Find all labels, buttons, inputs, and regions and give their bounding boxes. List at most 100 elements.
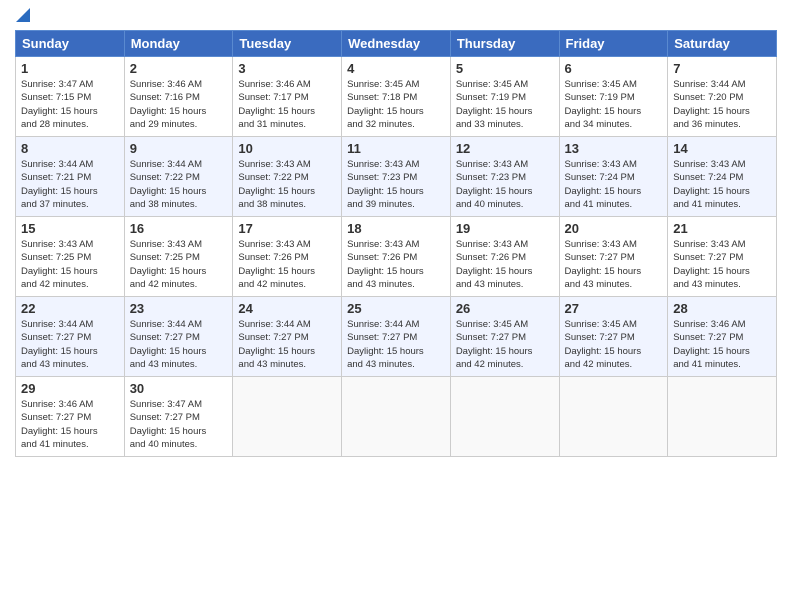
calendar-cell: 16Sunrise: 3:43 AMSunset: 7:25 PMDayligh… (124, 217, 233, 297)
day-info: Sunrise: 3:43 AMSunset: 7:25 PMDaylight:… (21, 238, 119, 291)
calendar-cell: 17 Sunrise: 3:43 AMSunset: 7:26 PMDayligh… (233, 217, 342, 297)
calendar-cell: 28 Sunrise: 3:46 AMSunset: 7:27 PMDayligh… (668, 297, 777, 377)
header (15, 10, 777, 22)
calendar-cell: 27 Sunrise: 3:45 AMSunset: 7:27 PMDayligh… (559, 297, 668, 377)
day-number: 30 (130, 381, 228, 396)
calendar-cell (559, 377, 668, 457)
calendar-cell: 22 Sunrise: 3:44 AMSunset: 7:27 PMDayligh… (16, 297, 125, 377)
day-info: Sunrise: 3:44 AMSunset: 7:27 PMDaylight:… (130, 318, 228, 371)
day-number: 11 (347, 141, 445, 156)
day-number: 29 (21, 381, 119, 396)
day-info: Sunrise: 3:45 AMSunset: 7:27 PMDaylight:… (456, 318, 554, 371)
day-number: 26 (456, 301, 554, 316)
day-number: 6 (565, 61, 663, 76)
calendar-week-row: 15 Sunrise: 3:43 AMSunset: 7:25 PMDayligh… (16, 217, 777, 297)
column-header-monday: Monday (124, 31, 233, 57)
day-number: 23 (130, 301, 228, 316)
day-info: Sunrise: 3:45 AMSunset: 7:27 PMDaylight:… (565, 318, 663, 371)
day-number: 19 (456, 221, 554, 236)
day-number: 9 (130, 141, 228, 156)
day-number: 10 (238, 141, 336, 156)
calendar-cell: 29 Sunrise: 3:46 AMSunset: 7:27 PMDayligh… (16, 377, 125, 457)
calendar-cell: 15 Sunrise: 3:43 AMSunset: 7:25 PMDayligh… (16, 217, 125, 297)
calendar-cell: 14 Sunrise: 3:43 AMSunset: 7:24 PMDayligh… (668, 137, 777, 217)
calendar-cell: 8Sunrise: 3:44 AMSunset: 7:21 PMDaylight… (16, 137, 125, 217)
calendar-cell: 18Sunrise: 3:43 AMSunset: 7:26 PMDayligh… (342, 217, 451, 297)
calendar-cell: 3 Sunrise: 3:46 AMSunset: 7:17 PMDaylight… (233, 57, 342, 137)
calendar-cell: 11 Sunrise: 3:43 AMSunset: 7:23 PMDayligh… (342, 137, 451, 217)
calendar-cell (450, 377, 559, 457)
day-info: Sunrise: 3:44 AMSunset: 7:27 PMDaylight:… (347, 318, 445, 371)
column-header-saturday: Saturday (668, 31, 777, 57)
day-info: Sunrise: 3:46 AMSunset: 7:16 PMDaylight:… (130, 78, 228, 131)
calendar-cell: 30 Sunrise: 3:47 AMSunset: 7:27 PMDayligh… (124, 377, 233, 457)
day-info: Sunrise: 3:44 AMSunset: 7:27 PMDaylight:… (21, 318, 119, 371)
day-number: 20 (565, 221, 663, 236)
day-number: 14 (673, 141, 771, 156)
calendar-cell: 1 Sunrise: 3:47 AMSunset: 7:15 PMDaylight… (16, 57, 125, 137)
day-info: Sunrise: 3:43 AMSunset: 7:27 PMDaylight:… (565, 238, 663, 291)
calendar-cell: 2 Sunrise: 3:46 AMSunset: 7:16 PMDaylight… (124, 57, 233, 137)
day-info: Sunrise: 3:43 AMSunset: 7:26 PMDaylight:… (456, 238, 554, 291)
calendar-header-row: SundayMondayTuesdayWednesdayThursdayFrid… (16, 31, 777, 57)
calendar-cell: 7Sunrise: 3:44 AMSunset: 7:20 PMDaylight… (668, 57, 777, 137)
calendar-cell: 21Sunrise: 3:43 AMSunset: 7:27 PMDayligh… (668, 217, 777, 297)
calendar-cell: 5 Sunrise: 3:45 AMSunset: 7:19 PMDaylight… (450, 57, 559, 137)
day-info: Sunrise: 3:43 AMSunset: 7:24 PMDaylight:… (565, 158, 663, 211)
day-number: 15 (21, 221, 119, 236)
day-info: Sunrise: 3:43 AMSunset: 7:23 PMDaylight:… (456, 158, 554, 211)
calendar-cell: 10 Sunrise: 3:43 AMSunset: 7:22 PMDayligh… (233, 137, 342, 217)
day-number: 25 (347, 301, 445, 316)
day-number: 1 (21, 61, 119, 76)
column-header-thursday: Thursday (450, 31, 559, 57)
column-header-friday: Friday (559, 31, 668, 57)
calendar-week-row: 1 Sunrise: 3:47 AMSunset: 7:15 PMDaylight… (16, 57, 777, 137)
calendar-cell: 4Sunrise: 3:45 AMSunset: 7:18 PMDaylight… (342, 57, 451, 137)
day-info: Sunrise: 3:43 AMSunset: 7:22 PMDaylight:… (238, 158, 336, 211)
day-info: Sunrise: 3:46 AMSunset: 7:27 PMDaylight:… (21, 398, 119, 451)
day-info: Sunrise: 3:47 AMSunset: 7:15 PMDaylight:… (21, 78, 119, 131)
column-header-tuesday: Tuesday (233, 31, 342, 57)
day-number: 12 (456, 141, 554, 156)
day-number: 27 (565, 301, 663, 316)
column-header-sunday: Sunday (16, 31, 125, 57)
calendar-cell: 6 Sunrise: 3:45 AMSunset: 7:19 PMDaylight… (559, 57, 668, 137)
calendar-cell: 26 Sunrise: 3:45 AMSunset: 7:27 PMDayligh… (450, 297, 559, 377)
calendar-week-row: 29 Sunrise: 3:46 AMSunset: 7:27 PMDayligh… (16, 377, 777, 457)
day-info: Sunrise: 3:47 AMSunset: 7:27 PMDaylight:… (130, 398, 228, 451)
day-info: Sunrise: 3:44 AMSunset: 7:21 PMDaylight:… (21, 158, 119, 211)
day-number: 13 (565, 141, 663, 156)
day-number: 28 (673, 301, 771, 316)
day-info: Sunrise: 3:45 AMSunset: 7:18 PMDaylight:… (347, 78, 445, 131)
day-info: Sunrise: 3:45 AMSunset: 7:19 PMDaylight:… (565, 78, 663, 131)
calendar-cell: 23 Sunrise: 3:44 AMSunset: 7:27 PMDayligh… (124, 297, 233, 377)
day-info: Sunrise: 3:43 AMSunset: 7:23 PMDaylight:… (347, 158, 445, 211)
day-info: Sunrise: 3:45 AMSunset: 7:19 PMDaylight:… (456, 78, 554, 131)
calendar-week-row: 22 Sunrise: 3:44 AMSunset: 7:27 PMDayligh… (16, 297, 777, 377)
day-number: 17 (238, 221, 336, 236)
day-number: 22 (21, 301, 119, 316)
calendar-cell (233, 377, 342, 457)
day-info: Sunrise: 3:43 AMSunset: 7:26 PMDaylight:… (347, 238, 445, 291)
calendar-cell: 13 Sunrise: 3:43 AMSunset: 7:24 PMDayligh… (559, 137, 668, 217)
calendar-cell (668, 377, 777, 457)
calendar-cell: 25 Sunrise: 3:44 AMSunset: 7:27 PMDayligh… (342, 297, 451, 377)
day-info: Sunrise: 3:44 AMSunset: 7:22 PMDaylight:… (130, 158, 228, 211)
calendar-cell: 19 Sunrise: 3:43 AMSunset: 7:26 PMDayligh… (450, 217, 559, 297)
calendar-cell: 9 Sunrise: 3:44 AMSunset: 7:22 PMDaylight… (124, 137, 233, 217)
day-number: 24 (238, 301, 336, 316)
day-info: Sunrise: 3:46 AMSunset: 7:17 PMDaylight:… (238, 78, 336, 131)
calendar-table: SundayMondayTuesdayWednesdayThursdayFrid… (15, 30, 777, 457)
logo-triangle-icon (16, 8, 30, 22)
day-number: 16 (130, 221, 228, 236)
day-info: Sunrise: 3:43 AMSunset: 7:24 PMDaylight:… (673, 158, 771, 211)
day-info: Sunrise: 3:46 AMSunset: 7:27 PMDaylight:… (673, 318, 771, 371)
logo (15, 10, 30, 22)
calendar-cell: 24 Sunrise: 3:44 AMSunset: 7:27 PMDayligh… (233, 297, 342, 377)
day-number: 3 (238, 61, 336, 76)
day-info: Sunrise: 3:43 AMSunset: 7:26 PMDaylight:… (238, 238, 336, 291)
day-number: 5 (456, 61, 554, 76)
day-info: Sunrise: 3:44 AMSunset: 7:27 PMDaylight:… (238, 318, 336, 371)
day-number: 2 (130, 61, 228, 76)
calendar-week-row: 8Sunrise: 3:44 AMSunset: 7:21 PMDaylight… (16, 137, 777, 217)
